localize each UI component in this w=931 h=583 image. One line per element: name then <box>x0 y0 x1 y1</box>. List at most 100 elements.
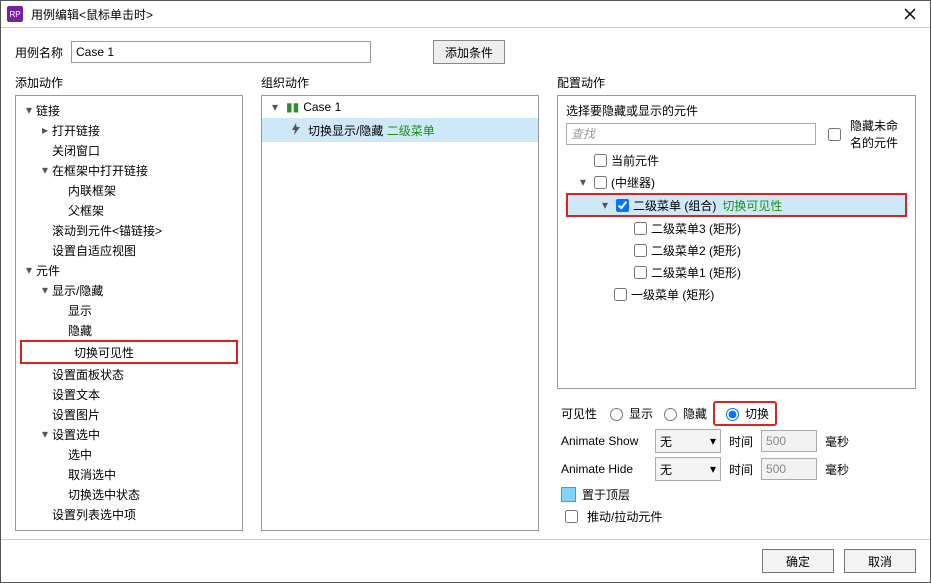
action-tree-label: 设置文本 <box>52 386 100 403</box>
chevron-down-icon <box>38 163 52 177</box>
chevron-right-icon <box>38 123 52 137</box>
hide-unnamed-label: 隐藏未命名的元件 <box>850 117 907 151</box>
visibility-toggle-option[interactable]: 切换 <box>721 405 769 422</box>
action-tree-item[interactable]: 设置选中 <box>16 424 242 444</box>
widget-tree-item[interactable]: 二级菜单 (组合)切换可见性 <box>566 193 907 217</box>
action-tree-item[interactable]: 关闭窗口 <box>16 140 242 160</box>
action-tree-item[interactable]: 设置面板状态 <box>16 364 242 384</box>
action-tree-label: 设置选中 <box>52 426 100 443</box>
cancel-button[interactable]: 取消 <box>844 549 916 573</box>
case-name-label: 用例名称 <box>15 44 65 61</box>
case-label: Case 1 <box>303 100 341 114</box>
hide-unnamed-option[interactable]: 隐藏未命名的元件 <box>824 123 907 145</box>
action-target: 二级菜单 <box>387 124 435 138</box>
action-tree-label: 取消选中 <box>68 466 116 483</box>
widget-label: 二级菜单2 (矩形) <box>651 242 741 259</box>
action-tree-item[interactable]: 设置文本 <box>16 384 242 404</box>
case-action-row[interactable]: 切换显示/隐藏 二级菜单 <box>262 118 538 142</box>
action-tree-label: 在框架中打开链接 <box>52 162 148 179</box>
widget-checkbox[interactable] <box>634 244 647 257</box>
action-tree-item[interactable]: 父框架 <box>16 200 242 220</box>
action-tree-item[interactable]: 滚动到元件<锚链接> <box>16 220 242 240</box>
action-prefix: 切换显示/隐藏 <box>308 124 383 138</box>
animate-hide-time-input <box>761 458 817 480</box>
action-tree-label: 内联框架 <box>68 182 116 199</box>
action-tree-item[interactable]: 显示 <box>16 300 242 320</box>
widget-checkbox[interactable] <box>614 288 627 301</box>
action-tree-item[interactable]: 显示/隐藏 <box>16 280 242 300</box>
widget-search-input[interactable] <box>566 123 816 145</box>
visibility-hide-radio[interactable] <box>664 408 677 421</box>
animate-show-time-input <box>761 430 817 452</box>
widget-checkbox[interactable] <box>594 154 607 167</box>
window-title: 用例编辑<鼠标单击时> <box>29 6 153 23</box>
case-name-input[interactable] <box>71 41 371 63</box>
animate-hide-unit: 毫秒 <box>825 461 849 478</box>
bring-to-front-checkbox[interactable] <box>561 487 576 502</box>
widget-checkbox[interactable] <box>616 199 629 212</box>
chevron-down-icon <box>710 434 716 448</box>
action-tree-item[interactable]: 设置列表选中项 <box>16 504 242 524</box>
action-tree-label: 元件 <box>36 262 60 279</box>
widget-label: 一级菜单 (矩形) <box>631 286 714 303</box>
action-tree-item[interactable]: 在框架中打开链接 <box>16 160 242 180</box>
window-close-button[interactable] <box>890 1 930 27</box>
left-panel-title: 添加动作 <box>15 74 243 95</box>
visibility-hide-option[interactable]: 隐藏 <box>659 405 707 422</box>
action-tree-label: 切换可见性 <box>74 344 134 361</box>
chevron-down-icon <box>38 427 52 441</box>
chevron-down-icon <box>268 100 282 114</box>
visibility-show-option[interactable]: 显示 <box>605 405 653 422</box>
bring-to-front-option[interactable]: 置于顶层 <box>561 483 912 505</box>
visibility-radio-group: 显示 隐藏 切换 <box>605 401 777 426</box>
push-pull-checkbox[interactable] <box>565 510 578 523</box>
ok-button[interactable]: 确定 <box>762 549 834 573</box>
animate-show-combo[interactable]: 无 <box>655 429 721 453</box>
visibility-show-radio[interactable] <box>610 408 623 421</box>
action-tree-item[interactable]: 隐藏 <box>16 320 242 340</box>
action-tree-label: 显示 <box>68 302 92 319</box>
action-tree-item[interactable]: 元件 <box>16 260 242 280</box>
widget-checkbox[interactable] <box>634 266 647 279</box>
visibility-toggle-radio[interactable] <box>726 408 739 421</box>
action-tree-label: 选中 <box>68 446 92 463</box>
widget-tree-item[interactable]: 二级菜单2 (矩形) <box>566 239 907 261</box>
chevron-down-icon <box>576 175 590 189</box>
animate-hide-combo[interactable]: 无 <box>655 457 721 481</box>
action-tree-item[interactable]: 内联框架 <box>16 180 242 200</box>
widget-checkbox[interactable] <box>594 176 607 189</box>
action-tree-label: 切换选中状态 <box>68 486 140 503</box>
widget-suffix: 切换可见性 <box>722 197 782 214</box>
action-tree-item[interactable]: 切换选中状态 <box>16 484 242 504</box>
action-tree-item[interactable]: 设置图片 <box>16 404 242 424</box>
action-tree-label: 设置图片 <box>52 406 100 423</box>
widget-checkbox[interactable] <box>634 222 647 235</box>
action-tree-item[interactable]: 取消选中 <box>16 464 242 484</box>
action-tree-label: 父框架 <box>68 202 104 219</box>
push-pull-option[interactable]: 推动/拉动元件 <box>561 505 912 527</box>
widget-tree-item[interactable]: 二级菜单1 (矩形) <box>566 261 907 283</box>
case-header[interactable]: ▮▮ Case 1 <box>262 96 538 118</box>
chevron-down-icon <box>710 462 716 476</box>
action-tree-item[interactable]: 打开链接 <box>16 120 242 140</box>
hide-unnamed-checkbox[interactable] <box>828 128 841 141</box>
add-condition-button[interactable]: 添加条件 <box>433 40 505 64</box>
animate-hide-time-label: 时间 <box>729 461 753 478</box>
close-icon <box>904 8 916 20</box>
action-tree-item[interactable]: 切换可见性 <box>22 342 236 362</box>
action-tree-label: 链接 <box>36 102 60 119</box>
folder-icon: ▮▮ <box>286 100 299 114</box>
chevron-down-icon <box>598 198 612 212</box>
action-tree-label: 滚动到元件<锚链接> <box>52 222 162 239</box>
widget-tree-item[interactable]: 二级菜单3 (矩形) <box>566 217 907 239</box>
action-tree-item[interactable]: 选中 <box>16 444 242 464</box>
widget-tree-item[interactable]: 一级菜单 (矩形) <box>566 283 907 305</box>
action-tree-label: 关闭窗口 <box>52 142 100 159</box>
animate-show-unit: 毫秒 <box>825 433 849 450</box>
visibility-label: 可见性 <box>561 405 597 422</box>
case-panel: ▮▮ Case 1 切换显示/隐藏 二级菜单 <box>261 95 539 531</box>
action-tree-item[interactable]: 链接 <box>16 100 242 120</box>
widget-tree-item[interactable]: (中继器) <box>566 171 907 193</box>
widget-tree-item[interactable]: 当前元件 <box>566 149 907 171</box>
action-tree-item[interactable]: 设置自适应视图 <box>16 240 242 260</box>
